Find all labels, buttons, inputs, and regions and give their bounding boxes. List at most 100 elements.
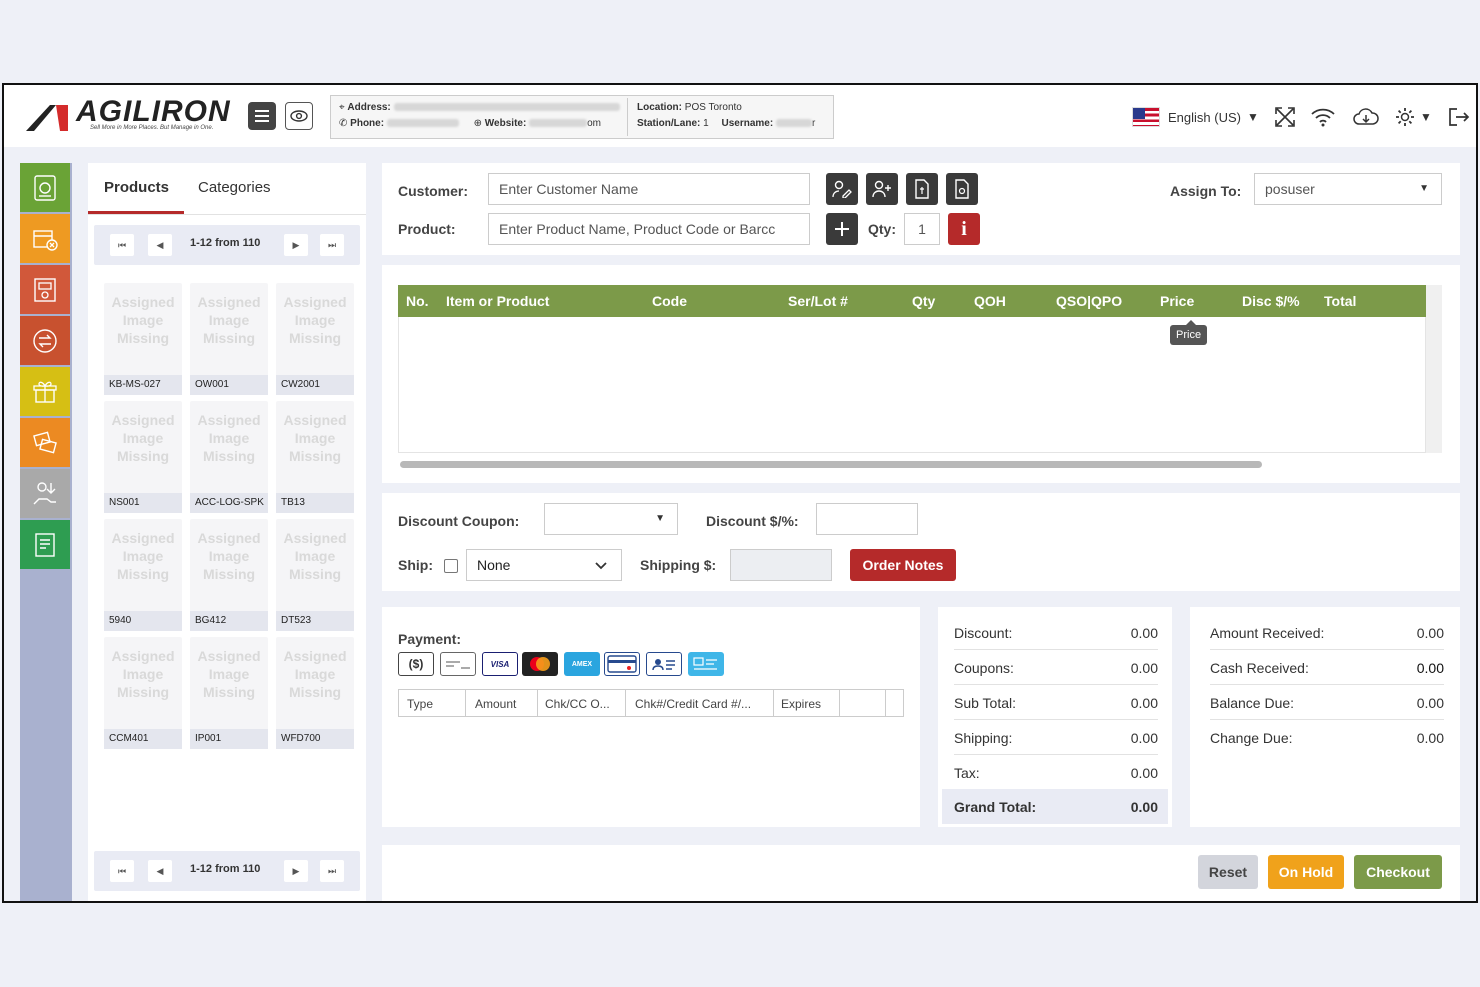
checkout-button[interactable]: Checkout: [1354, 855, 1442, 889]
col-no[interactable]: No.: [406, 293, 429, 309]
col-item[interactable]: Item or Product: [446, 293, 549, 309]
redacted-phone: [386, 119, 459, 128]
amex-payment-icon[interactable]: AMEX: [564, 652, 600, 676]
pay-col-amount[interactable]: Amount: [475, 697, 516, 711]
col-code[interactable]: Code: [652, 293, 687, 309]
product-tile[interactable]: Assigned Image Missing NS001: [104, 401, 182, 513]
col-disc[interactable]: Disc $/%: [1242, 293, 1300, 309]
cloud-sync-button[interactable]: [1352, 103, 1380, 131]
sidebar-item-pos[interactable]: [20, 163, 70, 212]
visa-payment-icon[interactable]: VISA: [482, 652, 518, 676]
gift-card-payment-icon[interactable]: [688, 652, 724, 676]
sidebar-item-cancel-sale[interactable]: [20, 214, 70, 263]
product-panel: Products Categories ⏮ ◀ 1-12 from 110 ▶ …: [88, 163, 366, 901]
tab-products[interactable]: Products: [104, 179, 169, 196]
product-tile[interactable]: Assigned Image Missing CW2001: [276, 283, 354, 395]
menu-toggle-button[interactable]: [248, 102, 276, 130]
product-tile[interactable]: Assigned Image Missing CCM401: [104, 637, 182, 749]
order-entry-panel: Customer: Enter Customer Name Assign To:…: [382, 163, 1460, 255]
order-notes-button[interactable]: Order Notes: [850, 549, 956, 581]
col-total[interactable]: Total: [1324, 293, 1356, 309]
sidebar-item-register[interactable]: [20, 265, 70, 314]
product-tile[interactable]: Assigned Image Missing ACC-LOG-SPK: [190, 401, 268, 513]
agiliron-logo[interactable]: AGILIRON Sell More in More Places. But M…: [26, 95, 236, 135]
horizontal-scrollbar[interactable]: [400, 461, 1262, 468]
settings-button[interactable]: ▼: [1394, 103, 1432, 131]
vertical-scrollbar[interactable]: [1426, 285, 1442, 453]
prev-page-button[interactable]: ◀: [148, 860, 172, 882]
pay-col-card-number[interactable]: Chk#/Credit Card #/...: [635, 697, 751, 711]
sidebar-item-exchange[interactable]: [20, 316, 70, 365]
discount-amount-input[interactable]: [816, 503, 918, 535]
first-page-button[interactable]: ⏮: [110, 234, 134, 256]
customer-document-button[interactable]: [906, 173, 938, 205]
language-selector[interactable]: English (US) ▼: [1132, 103, 1259, 131]
pos-window: AGILIRON Sell More in More Places. But M…: [2, 83, 1478, 903]
assign-to-select[interactable]: posuser ▼: [1254, 173, 1442, 205]
product-tile[interactable]: Assigned Image Missing DT523: [276, 519, 354, 631]
shipping-amount-label: Shipping $:: [640, 557, 717, 573]
product-tile[interactable]: Assigned Image Missing OW001: [190, 283, 268, 395]
product-tile[interactable]: Assigned Image Missing BG412: [190, 519, 268, 631]
product-search-input[interactable]: Enter Product Name, Product Code or Barc…: [488, 213, 810, 245]
document-icon: [915, 179, 929, 199]
ship-method-select[interactable]: None: [466, 549, 622, 581]
mastercard-payment-icon[interactable]: [522, 652, 558, 676]
sidebar-item-gift[interactable]: [20, 367, 70, 416]
fullscreen-button[interactable]: [1274, 103, 1296, 131]
wifi-status-button[interactable]: [1310, 103, 1336, 131]
ship-checkbox[interactable]: [444, 559, 458, 573]
last-page-button[interactable]: ⏭: [320, 860, 344, 882]
add-product-button[interactable]: [826, 213, 858, 245]
product-tile[interactable]: Assigned Image Missing TB13: [276, 401, 354, 513]
last-page-button[interactable]: ⏭: [320, 234, 344, 256]
shipping-amount-input[interactable]: [730, 549, 832, 581]
customer-file-button[interactable]: [946, 173, 978, 205]
pay-col-chkcc[interactable]: Chk/CC O...: [545, 697, 610, 711]
total-row-tax: Tax: 0.00: [954, 765, 1158, 781]
add-customer-button[interactable]: [866, 173, 898, 205]
product-tile[interactable]: Assigned Image Missing KB-MS-027: [104, 283, 182, 395]
product-tile[interactable]: Assigned Image Missing WFD700: [276, 637, 354, 749]
pager-status: 1-12 from 110: [190, 237, 261, 249]
discount-coupon-select[interactable]: ▼: [544, 503, 678, 535]
brand-name: AGILIRON: [76, 95, 231, 128]
sidebar-item-tickets[interactable]: [20, 418, 70, 467]
product-tile[interactable]: Assigned Image Missing 5940: [104, 519, 182, 631]
col-qso-qpo[interactable]: QSO|QPO: [1056, 293, 1122, 309]
id-card-payment-icon[interactable]: [646, 652, 682, 676]
hamburger-icon: [255, 110, 269, 122]
first-page-button[interactable]: ⏮: [110, 860, 134, 882]
discount-amount-label: Discount $/%:: [706, 513, 799, 529]
product-tile[interactable]: Assigned Image Missing IP001: [190, 637, 268, 749]
col-qoh[interactable]: QOH: [974, 293, 1006, 309]
caret-down-icon: ▼: [655, 513, 665, 524]
prev-page-button[interactable]: ◀: [148, 234, 172, 256]
fullscreen-icon: [1275, 107, 1295, 127]
product-code: OW001: [190, 375, 268, 395]
cash-payment-icon[interactable]: ($): [398, 652, 434, 676]
col-serlot[interactable]: Ser/Lot #: [788, 293, 848, 309]
sidebar-item-report[interactable]: [20, 520, 70, 569]
on-hold-button[interactable]: On Hold: [1268, 855, 1344, 889]
tab-categories[interactable]: Categories: [198, 179, 271, 196]
credit-card-payment-icon[interactable]: [604, 652, 640, 676]
customer-input[interactable]: Enter Customer Name: [488, 173, 810, 205]
customer-label: Customer:: [398, 183, 469, 199]
logout-button[interactable]: [1448, 103, 1470, 131]
check-payment-icon[interactable]: [440, 652, 476, 676]
col-qty[interactable]: Qty: [912, 293, 935, 309]
next-page-button[interactable]: ▶: [284, 860, 308, 882]
sidebar-item-cash-out[interactable]: [20, 469, 70, 518]
pay-col-expires[interactable]: Expires: [781, 697, 821, 711]
pay-col-type[interactable]: Type: [407, 697, 433, 711]
product-pager-top: ⏮ ◀ 1-12 from 110 ▶ ⏭: [94, 225, 360, 265]
product-info-button[interactable]: i: [948, 213, 980, 245]
qty-input[interactable]: 1: [904, 213, 940, 245]
edit-customer-button[interactable]: [826, 173, 858, 205]
view-toggle-button[interactable]: [285, 102, 313, 130]
next-page-button[interactable]: ▶: [284, 234, 308, 256]
reset-button[interactable]: Reset: [1198, 855, 1258, 889]
amount-received-panel: Amount Received: 0.00 Cash Received: 0.00 …: [1190, 607, 1460, 827]
col-price[interactable]: Price: [1160, 293, 1194, 309]
